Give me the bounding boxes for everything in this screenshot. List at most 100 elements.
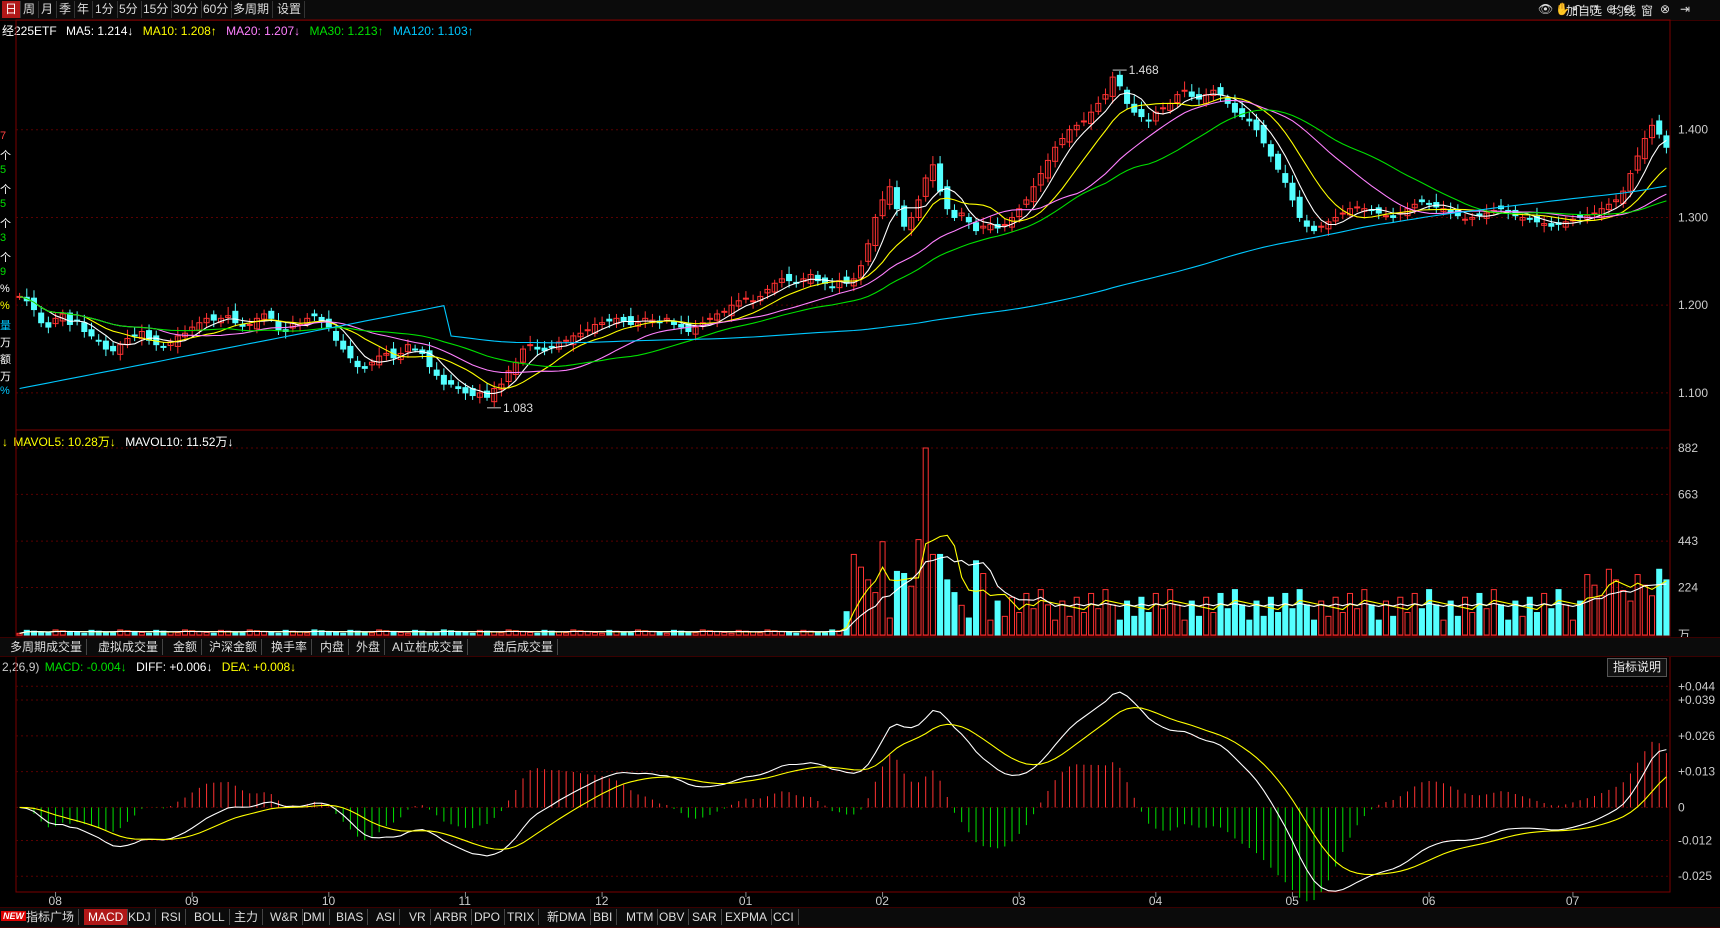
volume-bar	[1239, 604, 1246, 636]
volume-tab-7[interactable]: AI立桩成交量	[388, 639, 469, 655]
candle-body	[38, 312, 45, 324]
month-label: 09	[185, 894, 199, 908]
dea-line	[19, 707, 1667, 876]
indicator-explain-button[interactable]: 指标说明	[1607, 658, 1668, 677]
candle-body	[1080, 120, 1087, 123]
volume-tick-label: 224	[1678, 581, 1698, 595]
volume-bar	[1224, 608, 1231, 636]
volume-bar	[1052, 619, 1059, 636]
indicator-tab-7[interactable]: DMI	[299, 909, 330, 925]
volume-bar	[786, 631, 793, 636]
indicator-tab-8[interactable]: BIAS	[332, 909, 369, 925]
indicator-tab-10[interactable]: VR	[405, 909, 431, 925]
volume-tab-8[interactable]: 盘后成交量	[489, 639, 559, 655]
candle-body	[527, 344, 534, 347]
volume-bar	[692, 632, 699, 636]
volume-tab-4[interactable]: 换手率	[267, 639, 313, 655]
volume-tab-2[interactable]: 金额	[169, 639, 203, 655]
volume-bar	[563, 632, 570, 636]
macd-tick-label: -0.012	[1678, 833, 1712, 847]
indicator-tab-18[interactable]: SAR	[688, 909, 722, 925]
indicator-tab-3[interactable]: RSI	[157, 909, 187, 925]
indicator-tab-5[interactable]: 主力	[230, 909, 264, 925]
volume-bar	[555, 631, 562, 636]
volume-bar	[74, 631, 81, 636]
volume-bar	[1397, 596, 1404, 636]
volume-bar	[1095, 608, 1102, 636]
indicator-tab-4[interactable]: BOLL	[190, 909, 230, 925]
candle-body	[440, 374, 447, 385]
volume-bar	[138, 631, 145, 636]
volume-bar	[965, 617, 972, 636]
candle-body	[1382, 215, 1389, 218]
volume-bar	[1649, 595, 1656, 636]
macd-panel-frame	[15, 655, 1671, 893]
stock-chart[interactable]: 1.100 1.200 1.300 1.400 1.468 1.083 08 09 10 11 12…	[0, 0, 1720, 927]
candle-body	[1339, 212, 1346, 215]
candle-body	[1001, 223, 1008, 226]
volume-tab-1[interactable]: 虚拟成交量	[94, 639, 164, 655]
indicator-tab-19[interactable]: EXPMA	[721, 909, 773, 925]
volume-bar	[16, 632, 23, 636]
candle-body	[937, 163, 944, 192]
volume-bar	[1001, 615, 1008, 636]
candle-body	[268, 310, 275, 319]
volume-bar	[1505, 619, 1512, 636]
volume-tab-6[interactable]: 外盘	[352, 639, 386, 655]
candle-body	[1275, 153, 1282, 170]
volume-bar	[397, 631, 404, 636]
indicator-tab-13[interactable]: TRIX	[503, 909, 540, 925]
volume-bar	[1296, 589, 1303, 636]
candle-body	[750, 300, 757, 303]
indicator-tab-2[interactable]: KDJ	[124, 909, 156, 925]
candle-body	[1548, 223, 1555, 227]
indicator-tab-14[interactable]: 新DMA	[543, 909, 591, 925]
volume-bar	[1044, 604, 1051, 636]
volume-bar	[1555, 589, 1562, 636]
annotation-label: 1.083	[503, 401, 533, 415]
candle-body	[1311, 225, 1318, 232]
volume-tab-0[interactable]: 多周期成交量	[6, 639, 88, 655]
candle-body	[433, 369, 440, 376]
indicator-tab-16[interactable]: MTM	[622, 909, 659, 925]
candle-body	[1231, 102, 1238, 113]
volume-bar	[1030, 608, 1037, 636]
indicator-tab-20[interactable]: CCI	[769, 909, 799, 925]
indicator-tab-11[interactable]: ARBR	[430, 909, 473, 925]
volume-tick-label: 882	[1678, 441, 1698, 455]
ma5-line	[19, 92, 1667, 394]
month-label: 11	[458, 894, 471, 908]
indicator-tab-17[interactable]: OBV	[655, 909, 690, 925]
candle-body	[246, 323, 253, 326]
indicator-tab-1[interactable]: MACD	[84, 909, 129, 925]
volume-bar	[534, 632, 541, 636]
volume-bar	[174, 632, 181, 636]
price-tick-label: 1.400	[1678, 123, 1708, 137]
indicator-tab-bar: NEW 指标广场 MACD KDJ RSI BOLL 主力 W&R DMI BIAS ASI VR A…	[0, 907, 1720, 928]
indicator-tab-6[interactable]: W&R	[266, 909, 303, 925]
volume-bar	[45, 632, 52, 636]
candle-body	[1181, 89, 1188, 92]
volume-tab-3[interactable]: 沪深金额	[205, 639, 263, 655]
candle-body	[45, 322, 52, 328]
volume-bar	[527, 631, 534, 636]
volume-bar	[440, 629, 447, 636]
candle-body	[1239, 108, 1246, 118]
volume-bar	[879, 541, 886, 636]
indicator-tab-0[interactable]: 指标广场	[22, 909, 80, 925]
volume-bar	[1641, 584, 1648, 636]
volume-bar	[728, 632, 735, 636]
volume-bar	[1275, 612, 1282, 636]
indicator-tab-12[interactable]: DPO	[470, 909, 506, 925]
candle-body	[721, 310, 728, 313]
candle-body	[893, 187, 900, 210]
volume-bar	[591, 631, 598, 636]
volume-tab-5[interactable]: 内盘	[316, 639, 350, 655]
volume-bar	[102, 631, 109, 636]
indicator-tab-9[interactable]: ASI	[372, 909, 401, 925]
indicator-tab-15[interactable]: BBI	[589, 909, 618, 925]
volume-bar	[368, 632, 375, 636]
candle-body	[1303, 220, 1310, 227]
candle-body	[706, 317, 713, 320]
volume-bar	[1411, 592, 1418, 636]
